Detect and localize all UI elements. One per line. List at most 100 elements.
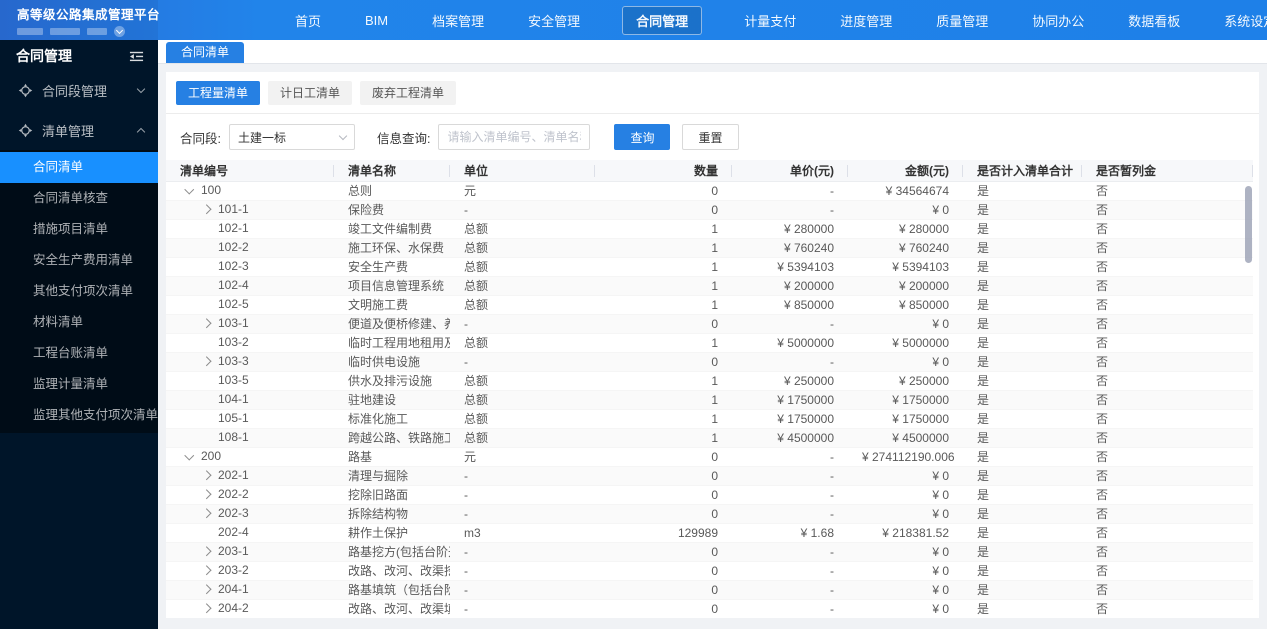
table-row[interactable]: 203-2 改路、改河、改渠挖方(... - 0 - ¥ 0 是 否 (166, 561, 1253, 581)
column-header[interactable]: 是否计入清单合计 (963, 160, 1082, 182)
cell-included: 是 (963, 504, 1082, 524)
tree-toggle-icon[interactable] (186, 450, 201, 464)
table-row[interactable]: 103-5 供水及排污设施 总额 1 ¥ 250000 ¥ 250000 是 否 (166, 371, 1253, 391)
sidebar-submenu-item[interactable]: 监理其他支付项次清单 (0, 400, 158, 431)
tree-toggle-icon[interactable] (203, 564, 218, 578)
page-tab-contract-list[interactable]: 合同清单 (166, 42, 245, 63)
cell-qty: 1 (595, 409, 732, 429)
table-row[interactable]: 202-3 拆除结构物 - 0 - ¥ 0 是 否 (166, 504, 1253, 524)
table-row[interactable]: 108-1 跨越公路、铁路施工干... 总额 1 ¥ 4500000 ¥ 450… (166, 428, 1253, 448)
cell-qty: 1 (595, 428, 732, 448)
cell-name: 竣工文件编制费 (334, 219, 450, 239)
table-row[interactable]: 104-1 驻地建设 总额 1 ¥ 1750000 ¥ 1750000 是 否 (166, 390, 1253, 410)
column-header[interactable]: 清单编号 (166, 160, 334, 182)
cell-amount: ¥ 250000 (848, 371, 963, 391)
subtab[interactable]: 工程量清单 (176, 81, 261, 105)
subtab[interactable]: 计日工清单 (268, 81, 353, 105)
table-row[interactable]: 202-1 清理与掘除 - 0 - ¥ 0 是 否 (166, 466, 1253, 486)
topnav-item[interactable]: 质量管理 (934, 6, 990, 35)
table-row[interactable]: 102-5 文明施工费 总额 1 ¥ 850000 ¥ 850000 是 否 (166, 295, 1253, 315)
sidebar-submenu-item[interactable]: 措施项目清单 (0, 214, 158, 245)
table-row[interactable]: 200 路基 元 0 - ¥ 274112190.006 是 否 (166, 447, 1253, 467)
column-header[interactable]: 单位 (450, 160, 595, 182)
sidebar-submenu-item[interactable]: 工程台账清单 (0, 338, 158, 369)
table-row[interactable]: 102-4 项目信息管理系统（暂... 总额 1 ¥ 200000 ¥ 2000… (166, 276, 1253, 296)
table-row[interactable]: 103-1 便道及便桥修建、养护... - 0 - ¥ 0 是 否 (166, 314, 1253, 334)
cell-price: ¥ 1.68 (732, 523, 848, 543)
table-row[interactable]: 103-2 临时工程用地租用及清... 总额 1 ¥ 5000000 ¥ 500… (166, 333, 1253, 353)
cell-qty: 1 (595, 371, 732, 391)
tree-toggle-icon[interactable] (203, 355, 218, 369)
tree-toggle-icon[interactable] (203, 545, 218, 559)
topnav-item[interactable]: 计量支付 (742, 6, 798, 35)
sidebar-group[interactable]: 清单管理 (0, 110, 158, 150)
contract-section-select[interactable]: 土建一标 (228, 124, 355, 150)
topnav-item[interactable]: 首页 (293, 6, 323, 35)
table-row[interactable]: 100 总则 元 0 - ¥ 34564674 是 否 (166, 181, 1253, 201)
table-row[interactable]: 105-1 标准化施工 总额 1 ¥ 1750000 ¥ 1750000 是 否 (166, 409, 1253, 429)
cell-price: - (732, 181, 848, 201)
cell-price: - (732, 447, 848, 467)
tree-toggle-icon[interactable] (203, 583, 218, 597)
cell-provisional: 否 (1082, 447, 1253, 467)
topnav-item[interactable]: 进度管理 (838, 6, 894, 35)
tree-toggle-icon[interactable] (203, 602, 218, 616)
cell-code: 103-1 (218, 316, 249, 331)
table-row[interactable]: 102-3 安全生产费 总额 1 ¥ 5394103 ¥ 5394103 是 否 (166, 257, 1253, 277)
topnav-item[interactable]: 合同管理 (622, 5, 703, 35)
cell-qty: 1 (595, 295, 732, 315)
cell-included: 是 (963, 390, 1082, 410)
cell-code: 102-5 (218, 297, 249, 312)
tree-toggle-icon[interactable] (203, 507, 218, 521)
table-row[interactable]: 203-1 路基挖方(包括台阶开挖) - 0 - ¥ 0 是 否 (166, 542, 1253, 562)
cell-name: 路基挖方(包括台阶开挖) (334, 542, 450, 562)
cell-qty: 0 (595, 580, 732, 600)
topnav-item[interactable]: BIM (363, 8, 390, 33)
cell-price: ¥ 760240 (732, 238, 848, 258)
column-header[interactable]: 是否暂列金 (1082, 160, 1253, 182)
tree-toggle-icon[interactable] (203, 469, 218, 483)
sidebar-submenu-item[interactable]: 材料清单 (0, 307, 158, 338)
topnav-item[interactable]: 安全管理 (526, 6, 582, 35)
vertical-scrollbar[interactable] (1245, 186, 1252, 263)
cell-code: 204-2 (218, 601, 249, 616)
table-row[interactable]: 202-4 耕作土保护 m3 129989 ¥ 1.68 ¥ 218381.52… (166, 523, 1253, 543)
sidebar-submenu-item[interactable]: 合同清单核查 (0, 183, 158, 214)
column-header[interactable]: 数量 (595, 160, 732, 182)
topnav-item[interactable]: 协同办公 (1030, 6, 1086, 35)
table-row[interactable]: 102-1 竣工文件编制费 总额 1 ¥ 280000 ¥ 280000 是 否 (166, 219, 1253, 239)
cell-name: 保险费 (334, 200, 450, 220)
sidebar-submenu-item[interactable]: 监理计量清单 (0, 369, 158, 400)
cell-included: 是 (963, 219, 1082, 239)
search-input[interactable] (438, 124, 591, 150)
table-row[interactable]: 101-1 保险费 - 0 - ¥ 0 是 否 (166, 200, 1253, 220)
topnav-item[interactable]: 档案管理 (430, 6, 486, 35)
reset-button[interactable]: 重置 (682, 124, 739, 150)
table-row[interactable]: 204-2 改路、改河、改渠填筑(... - 0 - ¥ 0 是 否 (166, 599, 1253, 618)
topnav-item[interactable]: 系统设定 (1222, 6, 1267, 35)
cell-included: 是 (963, 523, 1082, 543)
cell-provisional: 否 (1082, 542, 1253, 562)
query-button[interactable]: 查询 (614, 124, 671, 150)
table-row[interactable]: 202-2 挖除旧路面 - 0 - ¥ 0 是 否 (166, 485, 1253, 505)
tree-toggle-icon[interactable] (203, 317, 218, 331)
sidebar-group[interactable]: 合同段管理 (0, 70, 158, 110)
subtab[interactable]: 废弃工程清单 (360, 81, 457, 105)
sidebar-submenu-item[interactable]: 合同清单 (0, 152, 158, 183)
menu-fold-icon[interactable] (129, 49, 144, 64)
sidebar-submenu-item[interactable]: 安全生产费用清单 (0, 245, 158, 276)
column-header[interactable]: 金额(元) (848, 160, 963, 182)
cell-name: 路基填筑（包括台阶开... (334, 580, 450, 600)
column-header[interactable]: 单价(元) (732, 160, 848, 182)
tree-toggle-icon[interactable] (203, 203, 218, 217)
tree-toggle-icon[interactable] (203, 488, 218, 502)
table-row[interactable]: 204-1 路基填筑（包括台阶开... - 0 - ¥ 0 是 否 (166, 580, 1253, 600)
cell-price: ¥ 850000 (732, 295, 848, 315)
tree-toggle-icon[interactable] (186, 184, 201, 198)
cell-included: 是 (963, 257, 1082, 277)
column-header[interactable]: 清单名称 (334, 160, 450, 182)
table-row[interactable]: 103-3 临时供电设施 - 0 - ¥ 0 是 否 (166, 352, 1253, 372)
table-row[interactable]: 102-2 施工环保、水保费 总额 1 ¥ 760240 ¥ 760240 是 … (166, 238, 1253, 258)
topnav-item[interactable]: 数据看板 (1126, 6, 1182, 35)
sidebar-submenu-item[interactable]: 其他支付项次清单 (0, 276, 158, 307)
